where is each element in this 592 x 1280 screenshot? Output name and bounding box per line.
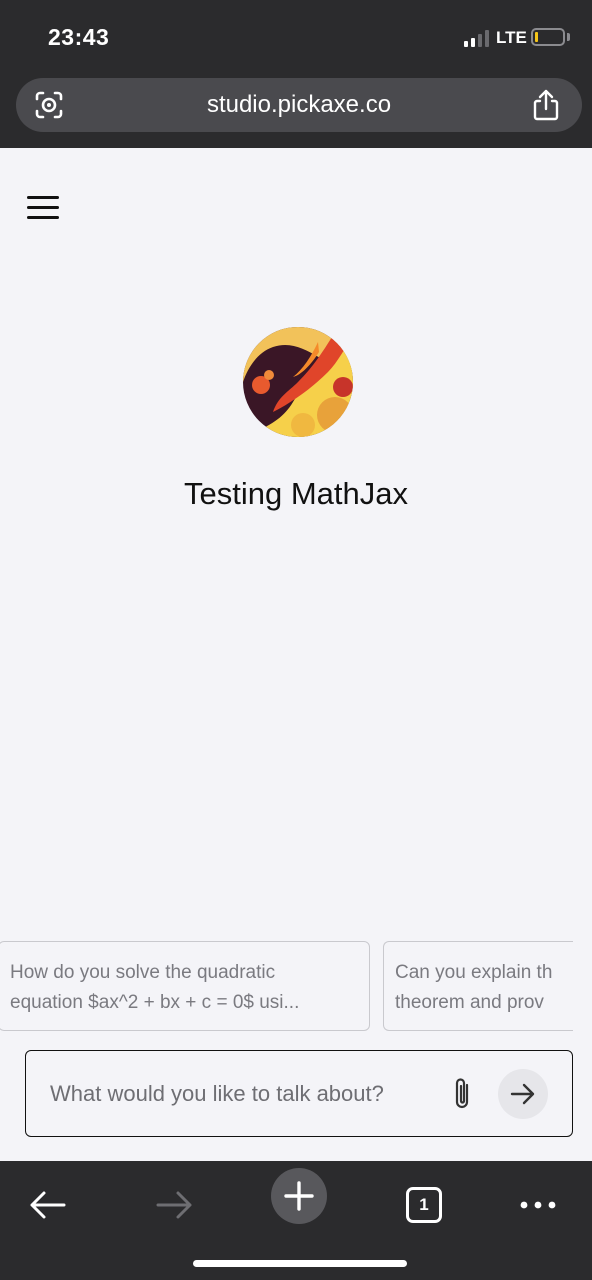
status-time: 23:43 (48, 24, 110, 50)
send-button[interactable] (498, 1069, 548, 1119)
arrow-right-icon (156, 1191, 192, 1219)
url-text[interactable]: studio.pickaxe.co (16, 91, 582, 119)
suggestion-text: How do you solve the quadratic equation … (10, 962, 300, 1013)
tabs-button[interactable]: 1 (396, 1177, 452, 1233)
suggestion-card[interactable]: Can you explain th theorem and prov (383, 941, 575, 1031)
new-tab-button[interactable] (271, 1168, 327, 1224)
avatar (243, 327, 353, 437)
back-button[interactable] (20, 1177, 76, 1233)
carousel-edge (573, 930, 592, 1040)
signal-icon (464, 29, 492, 47)
share-icon[interactable] (530, 88, 562, 122)
page-title: Testing MathJax (184, 476, 408, 511)
chat-input-box[interactable] (25, 1050, 573, 1137)
hamburger-icon[interactable] (27, 196, 59, 220)
suggestion-text: Can you explain th theorem and prov (395, 962, 553, 1013)
forward-button[interactable] (146, 1177, 202, 1233)
suggestion-card[interactable]: How do you solve the quadratic equation … (0, 941, 370, 1031)
more-button[interactable] (510, 1177, 566, 1233)
battery-icon (531, 28, 565, 46)
battery-nub (567, 33, 570, 41)
chat-input[interactable] (50, 1081, 430, 1107)
plus-icon (284, 1181, 314, 1211)
arrow-left-icon (30, 1191, 66, 1219)
network-type: LTE (496, 28, 527, 47)
tab-count: 1 (406, 1187, 442, 1223)
ellipsis-icon (520, 1201, 556, 1209)
arrow-right-icon (510, 1083, 535, 1105)
paperclip-icon[interactable] (448, 1075, 476, 1113)
address-bar[interactable]: studio.pickaxe.co (16, 78, 582, 132)
browser-top-bar: 23:43 LTE studio.pickaxe.co (0, 0, 592, 148)
home-indicator[interactable] (193, 1260, 407, 1267)
